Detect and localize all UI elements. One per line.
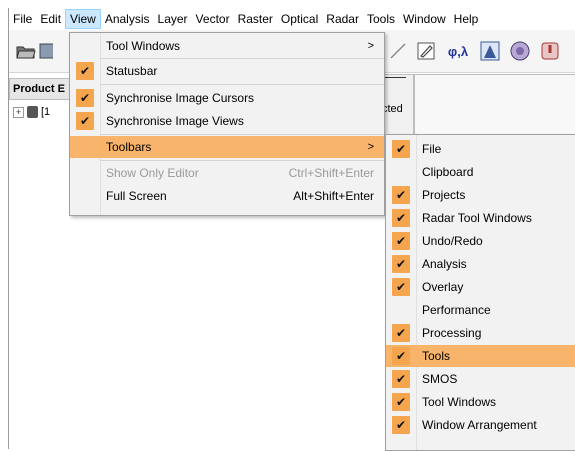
- menu-item-statusbar[interactable]: ✔ Statusbar: [70, 60, 384, 82]
- menu-item-sync-cursors[interactable]: ✔ Synchronise Image Cursors: [70, 87, 384, 109]
- menu-item-toolbars[interactable]: Toolbars >: [70, 136, 384, 158]
- chevron-right-icon: >: [367, 40, 374, 52]
- toolbar-item-radar-tool-windows[interactable]: ✔ Radar Tool Windows: [386, 207, 575, 229]
- product-explorer-tab[interactable]: Product E: [9, 78, 76, 100]
- check-icon: ✔: [392, 347, 410, 365]
- open-product-icon[interactable]: [15, 40, 37, 62]
- tree-item-label: [1: [41, 106, 51, 118]
- menu-analysis[interactable]: Analysis: [101, 9, 154, 29]
- menu-optical[interactable]: Optical: [277, 9, 322, 29]
- tree-item[interactable]: + [1: [13, 104, 50, 120]
- toolbar-item-undo-redo[interactable]: ✔ Undo/Redo: [386, 230, 575, 252]
- toolbar-item-performance[interactable]: Performance: [386, 299, 575, 321]
- toolbar-item-tools[interactable]: ✔ Tools: [386, 345, 575, 367]
- menu-raster[interactable]: Raster: [234, 9, 277, 29]
- toolbar-item-file[interactable]: ✔ File: [386, 138, 575, 160]
- check-icon: ✔: [392, 232, 410, 250]
- toolbars-submenu: ✔ File Clipboard ✔ Projects ✔ Radar Tool…: [385, 134, 575, 451]
- polyline-icon[interactable]: [387, 40, 409, 62]
- check-icon: ✔: [76, 62, 94, 80]
- check-icon: ✔: [392, 209, 410, 227]
- check-icon: ✔: [76, 89, 94, 107]
- menu-tools[interactable]: Tools: [363, 9, 399, 29]
- shortcut-label: Ctrl+Shift+Enter: [288, 166, 374, 180]
- check-icon: ✔: [392, 278, 410, 296]
- menu-window[interactable]: Window: [399, 9, 450, 29]
- menu-item-show-only-editor[interactable]: Show Only Editor Ctrl+Shift+Enter: [70, 162, 384, 184]
- toolbar-item-overlay[interactable]: ✔ Overlay: [386, 276, 575, 298]
- check-icon: ✔: [392, 186, 410, 204]
- globe-icon[interactable]: [509, 40, 531, 62]
- view-menu: Tool Windows > ✔ Statusbar ✔ Synchronise…: [69, 32, 385, 216]
- histogram-icon[interactable]: [479, 40, 501, 62]
- check-icon: ✔: [392, 393, 410, 411]
- right-panel: [414, 74, 575, 136]
- menu-layer[interactable]: Layer: [154, 9, 192, 29]
- product-icon: [27, 106, 38, 118]
- menu-separator: [100, 84, 384, 85]
- menu-separator: [100, 160, 384, 161]
- check-icon: ✔: [392, 140, 410, 158]
- menu-radar[interactable]: Radar: [322, 9, 363, 29]
- check-icon: ✔: [392, 255, 410, 273]
- shortcut-label: Alt+Shift+Enter: [293, 189, 374, 203]
- menu-item-tool-windows[interactable]: Tool Windows >: [70, 35, 384, 57]
- chevron-right-icon: >: [367, 141, 374, 153]
- menu-file[interactable]: File: [9, 9, 36, 29]
- menubar: File Edit View Analysis Layer Vector Ras…: [9, 8, 575, 30]
- side-panel-text: cted: [382, 103, 403, 115]
- edit-icon[interactable]: [415, 40, 437, 62]
- menu-view[interactable]: View: [65, 9, 101, 29]
- phi-lambda-label: φ,λ: [447, 43, 469, 59]
- toolbar-item-smos[interactable]: ✔ SMOS: [386, 368, 575, 390]
- band-maths-icon[interactable]: φ,λ: [445, 40, 471, 62]
- check-icon: ✔: [392, 324, 410, 342]
- app-window: File Edit View Analysis Layer Vector Ras…: [8, 8, 575, 451]
- expand-icon[interactable]: +: [13, 106, 24, 118]
- save-icon[interactable]: [39, 40, 53, 62]
- toolbar-item-tool-windows[interactable]: ✔ Tool Windows: [386, 391, 575, 413]
- help-icon[interactable]: [539, 40, 561, 62]
- toolbar-item-analysis[interactable]: ✔ Analysis: [386, 253, 575, 275]
- check-icon: ✔: [392, 416, 410, 434]
- menu-separator: [100, 58, 384, 59]
- menu-edit[interactable]: Edit: [36, 9, 65, 29]
- menu-vector[interactable]: Vector: [192, 9, 234, 29]
- toolbar-item-window-arrangement[interactable]: ✔ Window Arrangement: [386, 414, 575, 436]
- menu-item-full-screen[interactable]: Full Screen Alt+Shift+Enter: [70, 185, 384, 207]
- toolbar-item-processing[interactable]: ✔ Processing: [386, 322, 575, 344]
- check-icon: ✔: [392, 370, 410, 388]
- check-icon: ✔: [76, 112, 94, 130]
- menu-item-sync-views[interactable]: ✔ Synchronise Image Views: [70, 110, 384, 132]
- toolbar-item-projects[interactable]: ✔ Projects: [386, 184, 575, 206]
- toolbar-item-clipboard[interactable]: Clipboard: [386, 161, 575, 183]
- minimize-icon[interactable]: [382, 77, 406, 78]
- menu-separator: [100, 134, 384, 135]
- menu-help[interactable]: Help: [450, 9, 483, 29]
